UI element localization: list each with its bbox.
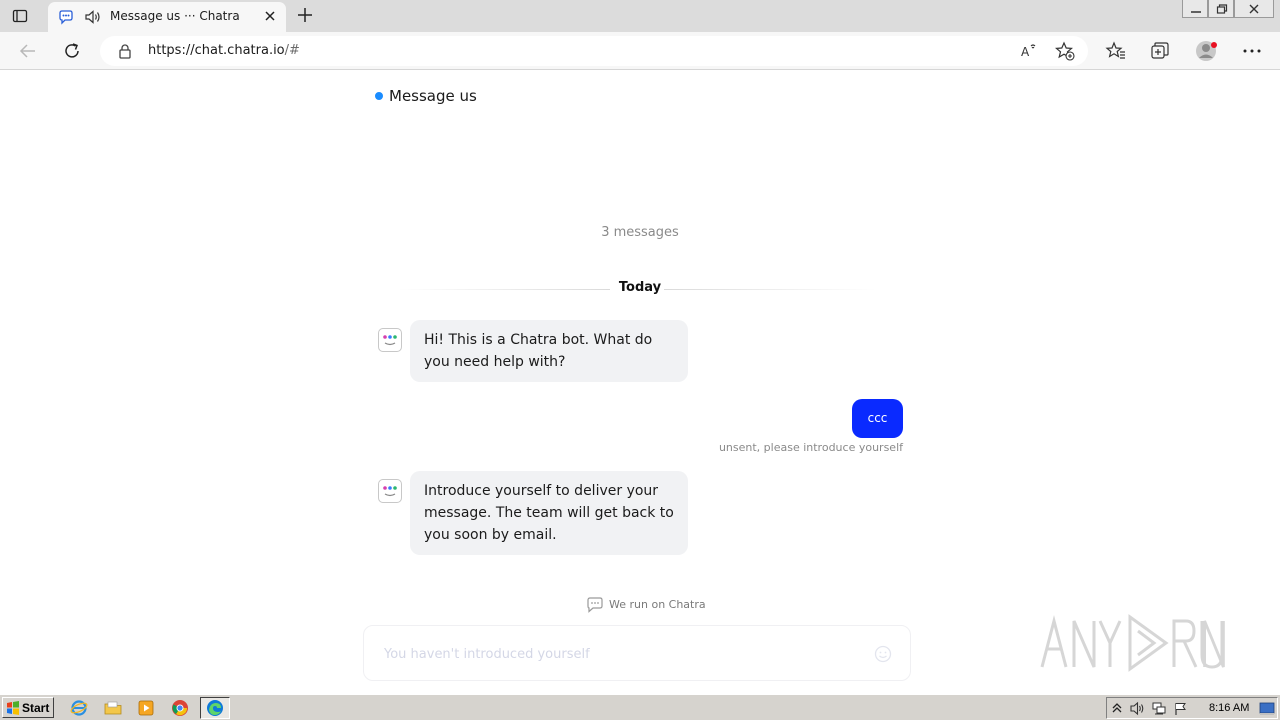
system-tray: 8:16 AM bbox=[1106, 697, 1278, 719]
minimize-icon bbox=[1191, 11, 1201, 13]
start-label: Start bbox=[22, 701, 50, 715]
tab-title: Message us ··· Chatra bbox=[110, 9, 240, 23]
chrome-icon[interactable] bbox=[171, 699, 189, 717]
start-button[interactable]: Start bbox=[2, 697, 54, 718]
chatra-favicon-icon bbox=[59, 10, 73, 25]
emoji-icon[interactable] bbox=[874, 645, 892, 663]
browser-tab-active[interactable]: Message us ··· Chatra bbox=[48, 2, 286, 32]
show-hidden-icons-icon[interactable] bbox=[1111, 701, 1123, 715]
svg-text:A: A bbox=[1021, 45, 1030, 59]
new-tab-icon[interactable] bbox=[296, 6, 314, 24]
message-count: 3 messages bbox=[601, 225, 679, 240]
media-player-icon[interactable] bbox=[137, 699, 155, 717]
speaker-icon[interactable] bbox=[84, 8, 102, 26]
read-aloud-icon[interactable]: A bbox=[1018, 40, 1040, 62]
bot-face-icon bbox=[383, 335, 397, 346]
favorites-icon[interactable] bbox=[1105, 40, 1127, 62]
windows-flag-icon bbox=[7, 701, 19, 715]
tab-strip: Message us ··· Chatra bbox=[0, 0, 1280, 32]
network-icon[interactable] bbox=[1151, 701, 1167, 716]
powered-by-text: We run on Chatra bbox=[609, 598, 706, 611]
minimize-button[interactable] bbox=[1182, 0, 1208, 18]
profile-avatar-icon[interactable] bbox=[1194, 38, 1220, 64]
volume-icon[interactable] bbox=[1129, 701, 1145, 716]
navigation-bar: https://chat.chatra.io/# A bbox=[0, 32, 1280, 70]
restore-button[interactable] bbox=[1208, 0, 1234, 18]
bot-avatar bbox=[378, 479, 402, 503]
back-icon[interactable] bbox=[17, 40, 39, 62]
chat-bubble-icon bbox=[587, 597, 603, 613]
taskbar-clock[interactable]: 8:16 AM bbox=[1209, 702, 1249, 714]
edge-taskbar-button[interactable] bbox=[200, 697, 230, 719]
message-composer bbox=[363, 625, 911, 681]
show-desktop-icon[interactable] bbox=[1259, 701, 1275, 716]
lock-icon[interactable] bbox=[118, 43, 132, 59]
bot-avatar bbox=[378, 328, 402, 352]
close-tab-icon[interactable] bbox=[262, 8, 278, 24]
message-status: unsent, please introduce yourself bbox=[718, 441, 903, 454]
url-host: https://chat.chatra.io bbox=[148, 43, 285, 58]
add-favorite-icon[interactable] bbox=[1054, 40, 1076, 62]
taskbar: Start 8:16 AM bbox=[0, 694, 1280, 720]
refresh-icon[interactable] bbox=[61, 40, 83, 62]
close-window-button[interactable] bbox=[1234, 0, 1274, 18]
file-explorer-icon[interactable] bbox=[104, 699, 122, 717]
tab-actions-icon[interactable] bbox=[12, 8, 28, 24]
chat-header-title: Message us bbox=[389, 87, 477, 105]
bot-face-icon bbox=[383, 486, 397, 497]
message-input[interactable] bbox=[384, 644, 844, 664]
action-center-flag-icon[interactable] bbox=[1173, 701, 1189, 716]
user-message-bubble[interactable]: ccc bbox=[852, 399, 903, 438]
online-status-dot bbox=[375, 92, 383, 100]
bot-message-bubble: Introduce yourself to deliver your messa… bbox=[410, 471, 688, 555]
chat-page: Message us 3 messages Today Hi! This is … bbox=[0, 71, 1280, 691]
bot-message-bubble: Hi! This is a Chatra bot. What do you ne… bbox=[410, 320, 688, 382]
more-options-icon[interactable] bbox=[1241, 40, 1263, 62]
edge-icon bbox=[207, 700, 223, 716]
restore-icon bbox=[1216, 4, 1228, 14]
address-bar[interactable]: https://chat.chatra.io/# A bbox=[100, 36, 1088, 66]
anyrun-watermark-logo bbox=[1040, 614, 1225, 672]
close-window-icon bbox=[1249, 4, 1259, 14]
collections-icon[interactable] bbox=[1149, 40, 1171, 62]
url-path: /# bbox=[284, 43, 300, 58]
day-label: Today bbox=[618, 280, 662, 295]
internet-explorer-icon[interactable] bbox=[70, 699, 88, 717]
url-text: https://chat.chatra.io/# bbox=[148, 43, 300, 58]
